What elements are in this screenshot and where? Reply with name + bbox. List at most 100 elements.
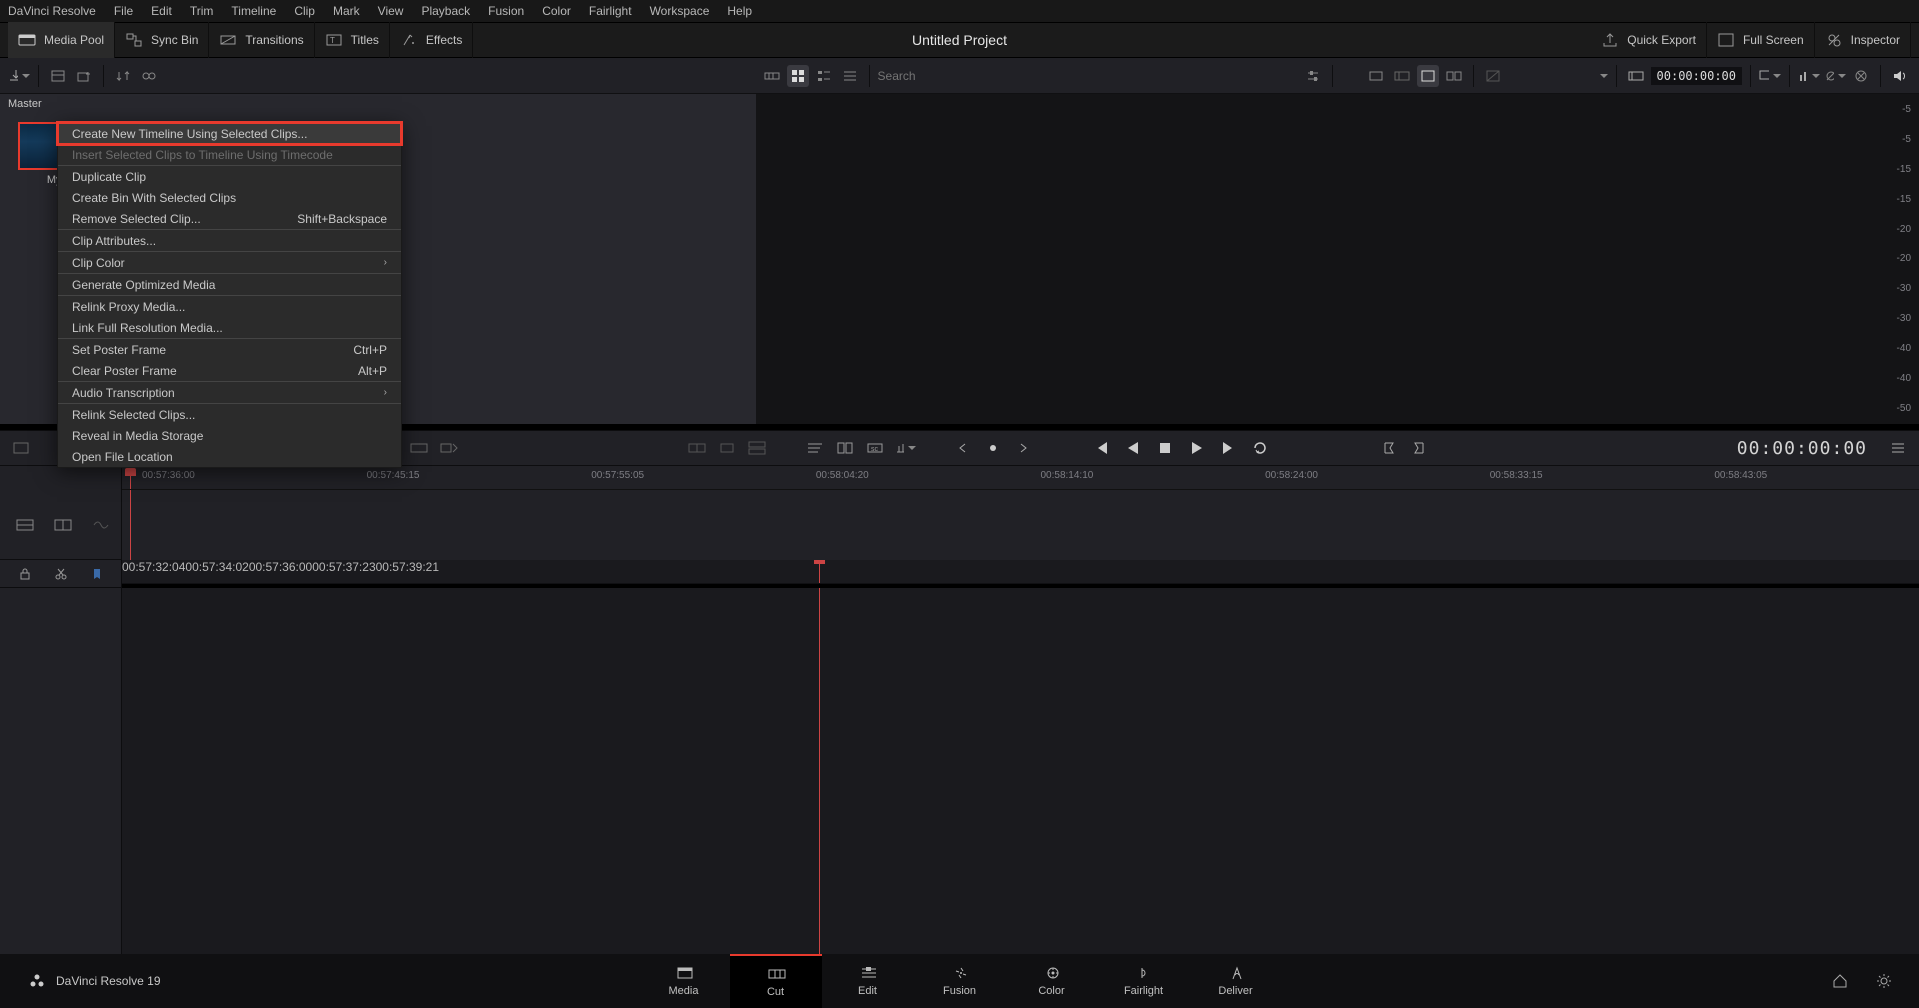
menu-fairlight[interactable]: Fairlight	[589, 4, 632, 18]
audio-meter-dropdown[interactable]	[1798, 65, 1820, 87]
sync-bin-button[interactable]: Sync Bin	[115, 22, 209, 58]
jog-next-icon[interactable]	[1012, 437, 1034, 459]
play-icon[interactable]	[1186, 437, 1208, 459]
menu-playback[interactable]: Playback	[421, 4, 470, 18]
bypass-fusion-icon[interactable]	[1850, 65, 1872, 87]
place-on-top-icon[interactable]	[746, 437, 768, 459]
menu-file[interactable]: File	[114, 4, 133, 18]
media-pool-button[interactable]: Media Pool	[8, 22, 115, 58]
context-menu-item[interactable]: Generate Optimized Media	[58, 274, 401, 295]
page-tab-deliver[interactable]: Deliver	[1190, 954, 1282, 1008]
transitions-button[interactable]: Transitions	[209, 22, 314, 58]
search-field[interactable]	[878, 69, 1298, 83]
context-menu-item[interactable]: Relink Selected Clips...	[58, 404, 401, 425]
go-start-icon[interactable]	[1090, 437, 1112, 459]
track-audio-icon[interactable]	[90, 514, 112, 536]
dual-viewer-icon[interactable]	[1443, 65, 1465, 87]
timeline-record-icon[interactable]	[10, 437, 32, 459]
context-menu-item[interactable]: Create New Timeline Using Selected Clips…	[58, 123, 401, 144]
context-menu-item[interactable]: Open File Location	[58, 446, 401, 467]
effects-button[interactable]: Effects	[390, 22, 473, 58]
search-input[interactable]	[878, 69, 1298, 83]
strip-view-icon[interactable]	[761, 65, 783, 87]
resolve-fx-icon[interactable]	[138, 65, 160, 87]
page-tab-color[interactable]: Color	[1006, 954, 1098, 1008]
menu-view[interactable]: View	[378, 4, 404, 18]
mark-in-icon[interactable]	[1378, 437, 1400, 459]
context-menu-item[interactable]: Remove Selected Clip...Shift+Backspace	[58, 208, 401, 229]
context-menu-item[interactable]: Relink Proxy Media...	[58, 296, 401, 317]
page-tab-edit[interactable]: Edit	[822, 954, 914, 1008]
menu-timeline[interactable]: Timeline	[231, 4, 276, 18]
menu-color[interactable]: Color	[542, 4, 571, 18]
tools-speed-icon[interactable]	[894, 437, 916, 459]
viewer-zoom-dropdown[interactable]	[1508, 74, 1608, 78]
single-viewer-icon[interactable]	[1417, 65, 1439, 87]
viewer-panel[interactable]: -5 -5 -15 -15 -20 -20 -30 -30 -40 -40 -5…	[756, 94, 1919, 424]
menu-mark[interactable]: Mark	[333, 4, 360, 18]
razor-icon[interactable]	[50, 563, 72, 585]
ruler-lower[interactable]: 00:57:32:0400:57:34:0200:57:36:0000:57:3…	[122, 560, 1919, 588]
page-tab-fairlight[interactable]: Fairlight	[1098, 954, 1190, 1008]
menu-workspace[interactable]: Workspace	[650, 4, 710, 18]
marker-icon[interactable]	[86, 563, 108, 585]
context-menu-item[interactable]: Clip Color›	[58, 252, 401, 273]
context-menu-item[interactable]: Clip Attributes...	[58, 230, 401, 251]
search-options-icon[interactable]	[1302, 65, 1324, 87]
menu-davinci[interactable]: DaVinci Resolve	[8, 4, 96, 18]
page-tab-fusion[interactable]: Fusion	[914, 954, 1006, 1008]
bin-path[interactable]: Master	[0, 94, 756, 116]
track-toggle-2-icon[interactable]	[52, 514, 74, 536]
smart-insert-icon[interactable]	[408, 437, 430, 459]
viewer-timecode[interactable]: 00:00:00:00	[1651, 67, 1742, 85]
titles-button[interactable]: T Titles	[315, 22, 390, 58]
metadata-view-icon[interactable]	[839, 65, 861, 87]
go-end-icon[interactable]	[1218, 437, 1240, 459]
tools-smooth-cut-icon[interactable]: sc	[864, 437, 886, 459]
loop-icon[interactable]	[1250, 437, 1272, 459]
monitor-dropdown[interactable]	[1759, 65, 1781, 87]
context-menu-item[interactable]: Audio Transcription›	[58, 382, 401, 403]
import-dropdown[interactable]	[8, 65, 30, 87]
new-bin-icon[interactable]	[73, 65, 95, 87]
play-reverse-icon[interactable]	[1122, 437, 1144, 459]
upper-track-lane[interactable]	[122, 490, 1919, 560]
menu-help[interactable]: Help	[727, 4, 752, 18]
context-menu-item[interactable]: Set Poster FrameCtrl+P	[58, 339, 401, 360]
tools-dissolve-icon[interactable]	[804, 437, 826, 459]
lock-icon[interactable]	[14, 563, 36, 585]
safe-area-icon[interactable]	[1482, 65, 1504, 87]
jog-prev-icon[interactable]	[952, 437, 974, 459]
context-menu-item[interactable]: Duplicate Clip	[58, 166, 401, 187]
full-screen-button[interactable]: Full Screen	[1707, 22, 1815, 58]
jog-dot-icon[interactable]	[982, 437, 1004, 459]
menu-edit[interactable]: Edit	[151, 4, 172, 18]
tools-cut-icon[interactable]	[834, 437, 856, 459]
bypass-dropdown[interactable]	[1824, 65, 1846, 87]
source-tape-icon[interactable]	[1391, 65, 1413, 87]
close-up-icon[interactable]	[716, 437, 738, 459]
thumbnail-view-icon[interactable]	[787, 65, 809, 87]
upper-timeline-ruler[interactable]: 00:57:36:0000:57:45:1500:57:55:0500:58:0…	[122, 466, 1919, 490]
bin-list-icon[interactable]	[47, 65, 69, 87]
context-menu-item[interactable]: Link Full Resolution Media...	[58, 317, 401, 338]
quick-export-button[interactable]: Quick Export	[1591, 22, 1707, 58]
stop-icon[interactable]	[1154, 437, 1176, 459]
mute-icon[interactable]	[1889, 65, 1911, 87]
list-view-icon[interactable]	[813, 65, 835, 87]
sort-icon[interactable]	[112, 65, 134, 87]
context-menu-item[interactable]: Clear Poster FrameAlt+P	[58, 360, 401, 381]
inspector-button[interactable]: Inspector	[1815, 22, 1911, 58]
menu-trim[interactable]: Trim	[190, 4, 214, 18]
context-menu-item[interactable]: Reveal in Media Storage	[58, 425, 401, 446]
page-tab-media[interactable]: Media	[638, 954, 730, 1008]
timeline-timecode[interactable]: 00:00:00:00	[1737, 438, 1879, 459]
boring-detector-icon[interactable]	[1365, 65, 1387, 87]
append-icon[interactable]	[438, 437, 460, 459]
home-icon[interactable]	[1829, 970, 1851, 992]
timeline-options-icon[interactable]	[1887, 440, 1909, 456]
context-menu-item[interactable]: Create Bin With Selected Clips	[58, 187, 401, 208]
page-tab-cut[interactable]: Cut	[730, 954, 822, 1008]
menu-fusion[interactable]: Fusion	[488, 4, 524, 18]
ripple-overwrite-icon[interactable]	[686, 437, 708, 459]
